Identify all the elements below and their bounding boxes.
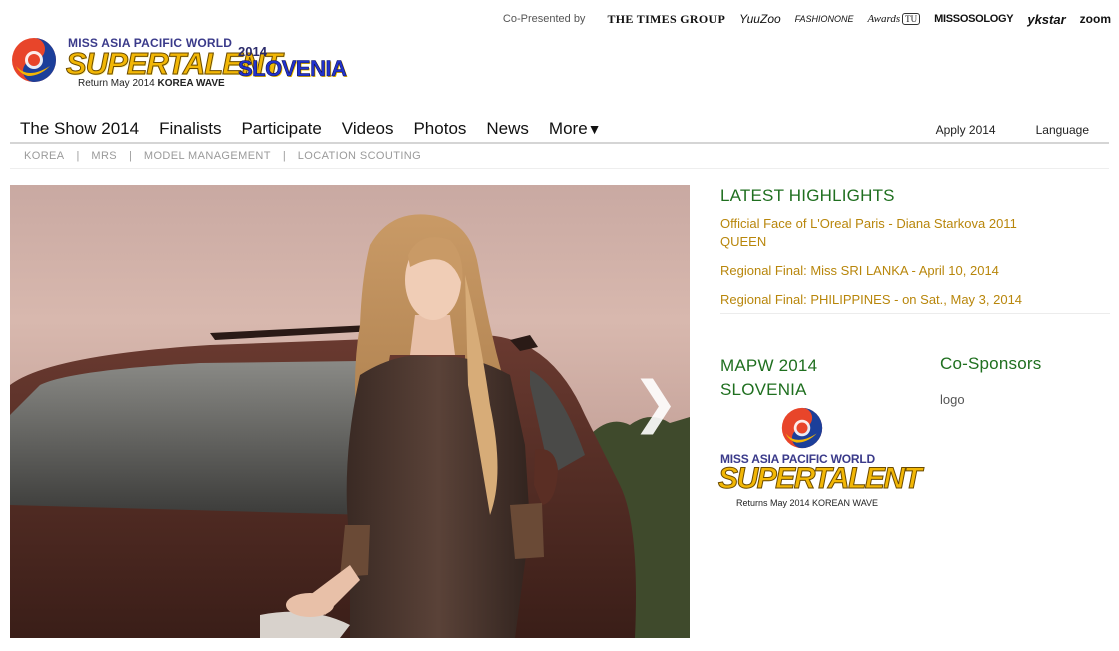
cosponsors-block: Co-Sponsors logo bbox=[940, 354, 1100, 407]
sponsor-yuuzoo[interactable]: YuuZoo bbox=[739, 12, 781, 26]
logo-sub-prefix: Return May 2014 bbox=[78, 78, 155, 89]
latest-highlights-title: LATEST HIGHLIGHTS bbox=[720, 186, 895, 205]
mapw-logo-main: SUPERTALENT bbox=[717, 462, 922, 496]
sponsor-zoom[interactable]: zoom bbox=[1080, 12, 1111, 26]
subnav-location-scouting[interactable]: LOCATION SCOUTING bbox=[298, 150, 421, 162]
site-logo[interactable]: MISS ASIA PACIFIC WORLD SUPERTALENT 2014… bbox=[10, 34, 360, 94]
mapw-logo-sub: Returns May 2014 KOREAN WAVE bbox=[736, 498, 879, 508]
logo-country: SLOVENIA bbox=[238, 56, 348, 82]
sponsor-awards-label: Awards bbox=[867, 13, 901, 25]
nav-photos[interactable]: Photos bbox=[413, 119, 466, 139]
logo-sub-bold: KOREA WAVE bbox=[157, 78, 225, 89]
language-link[interactable]: Language bbox=[1036, 123, 1089, 137]
sub-nav: KOREA | MRS | MODEL MANAGEMENT | LOCATIO… bbox=[24, 150, 421, 162]
slider-next-arrow-icon[interactable]: ❯ bbox=[632, 375, 679, 431]
nav-finalists[interactable]: Finalists bbox=[159, 119, 221, 139]
nav-the-show-2014[interactable]: The Show 2014 bbox=[20, 119, 139, 139]
hero-photo bbox=[10, 214, 690, 638]
mapw-title-line1: MAPW 2014 bbox=[720, 356, 818, 375]
sponsor-ykstar[interactable]: ykstar bbox=[1027, 12, 1065, 27]
sponsor-fashionone[interactable]: FASHIONONE bbox=[795, 14, 854, 24]
nav-more-label: More bbox=[548, 119, 588, 138]
copresented-label: Co-Presented by bbox=[502, 13, 586, 25]
subnav-divider bbox=[10, 168, 1109, 169]
sponsor-awards-tu: TU bbox=[902, 13, 921, 25]
highlight-item[interactable]: Regional Final: PHILIPPINES - on Sat., M… bbox=[720, 291, 1060, 309]
nav-participate[interactable]: Participate bbox=[241, 119, 321, 139]
nav-videos[interactable]: Videos bbox=[342, 119, 394, 139]
hero-slider[interactable]: ❯ bbox=[10, 185, 690, 638]
subnav-korea[interactable]: KOREA bbox=[24, 150, 65, 162]
utility-nav: Apply 2014 Language bbox=[936, 123, 1089, 137]
cosponsors-title: Co-Sponsors bbox=[940, 354, 1042, 373]
subnav-mrs[interactable]: MRS bbox=[91, 150, 117, 162]
nav-more[interactable]: More▼ bbox=[549, 119, 602, 139]
mapw-logo[interactable]: MISS ASIA PACIFIC WORLD SUPERTALENT Retu… bbox=[717, 406, 922, 511]
highlight-item[interactable]: Regional Final: Miss SRI LANKA - April 1… bbox=[720, 262, 1060, 280]
nav-divider bbox=[10, 142, 1109, 144]
sponsor-awards[interactable]: Awards TU bbox=[868, 13, 921, 25]
latest-highlights: LATEST HIGHLIGHTS Official Face of L'Ore… bbox=[720, 186, 1060, 309]
sponsor-times-group[interactable]: THE TIMES GROUP bbox=[607, 12, 725, 27]
main-nav: The Show 2014 Finalists Participate Vide… bbox=[20, 119, 622, 139]
cosponsor-logo-placeholder[interactable]: logo bbox=[940, 392, 1100, 407]
highlight-item[interactable]: Official Face of L'Oreal Paris - Diana S… bbox=[720, 215, 1060, 251]
caret-down-icon: ▼ bbox=[587, 121, 602, 137]
subnav-separator: | bbox=[129, 150, 132, 162]
subnav-separator: | bbox=[76, 150, 80, 162]
taegeuk-emblem-icon bbox=[12, 38, 56, 82]
nav-news[interactable]: News bbox=[486, 119, 529, 139]
taegeuk-emblem-icon bbox=[781, 407, 823, 449]
sponsor-strip: Co-Presented by THE TIMES GROUP YuuZoo F… bbox=[503, 4, 1111, 34]
mapw-block: MAPW 2014 SLOVENIA MISS ASIA PACIFIC WOR… bbox=[717, 354, 922, 508]
highlights-divider bbox=[720, 313, 1110, 314]
logo-subtitle: Return May 2014 KOREA WAVE bbox=[78, 78, 225, 89]
sponsor-missosology[interactable]: MISSOSOLOGY bbox=[934, 13, 1014, 25]
mapw-title-line2: SLOVENIA bbox=[720, 380, 807, 399]
subnav-separator: | bbox=[282, 150, 286, 162]
subnav-model-management[interactable]: MODEL MANAGEMENT bbox=[144, 150, 271, 162]
apply-link[interactable]: Apply 2014 bbox=[936, 123, 996, 137]
